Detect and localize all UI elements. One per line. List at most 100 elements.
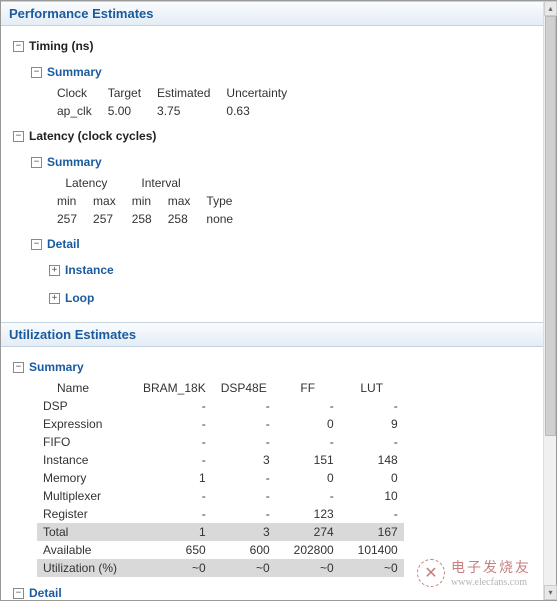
- cell-name: Total: [37, 523, 137, 541]
- col-name: Name: [37, 379, 137, 397]
- cell: -: [212, 415, 276, 433]
- cell: 202800: [276, 541, 340, 559]
- cell: 167: [340, 523, 404, 541]
- cell-uncertainty: 0.63: [222, 102, 299, 120]
- cell: -: [276, 487, 340, 505]
- col-dsp: DSP48E: [212, 379, 276, 397]
- cell: -: [212, 487, 276, 505]
- cell-lat-max: 257: [89, 210, 128, 228]
- cell: -: [137, 397, 212, 415]
- cell: 9: [340, 415, 404, 433]
- col-ff: FF: [276, 379, 340, 397]
- table-row-utilization-pct: Utilization (%) ~0 ~0 ~0 ~0: [37, 559, 404, 577]
- scroll-thumb[interactable]: [545, 16, 556, 436]
- detail-label: Detail: [47, 237, 80, 251]
- collapse-icon[interactable]: −: [13, 362, 24, 373]
- cell: 274: [276, 523, 340, 541]
- summary-label: Summary: [47, 155, 102, 169]
- col-latency: Latency: [53, 174, 128, 192]
- cell-name: Memory: [37, 469, 137, 487]
- cell-int-max: 258: [164, 210, 203, 228]
- collapse-icon[interactable]: −: [31, 67, 42, 78]
- latency-instance-row[interactable]: + Instance: [1, 260, 545, 280]
- instance-label: Instance: [65, 263, 114, 277]
- collapse-icon[interactable]: −: [31, 157, 42, 168]
- table-group-header-row: Latency Interval: [53, 174, 245, 192]
- cell: ~0: [276, 559, 340, 577]
- cell: -: [137, 433, 212, 451]
- col-max: max: [164, 192, 203, 210]
- col-interval: Interval: [128, 174, 203, 192]
- table-row: Instance - 3 151 148: [37, 451, 404, 469]
- table-row: Multiplexer - - - 10: [37, 487, 404, 505]
- table-row: 257 257 258 258 none: [53, 210, 245, 228]
- cell: -: [340, 397, 404, 415]
- summary-label: Summary: [47, 65, 102, 79]
- cell-name: Utilization (%): [37, 559, 137, 577]
- cell: -: [340, 505, 404, 523]
- table-row-total: Total 1 3 274 167: [37, 523, 404, 541]
- cell: -: [212, 433, 276, 451]
- col-min: min: [53, 192, 89, 210]
- cell: 10: [340, 487, 404, 505]
- table-row: Expression - - 0 9: [37, 415, 404, 433]
- cell-name: FIFO: [37, 433, 137, 451]
- collapse-icon[interactable]: −: [31, 239, 42, 250]
- cell: -: [276, 433, 340, 451]
- cell-name: Instance: [37, 451, 137, 469]
- col-lut: LUT: [340, 379, 404, 397]
- utilization-table: Name BRAM_18K DSP48E FF LUT DSP - - - - …: [37, 379, 404, 577]
- cell-estimated: 3.75: [153, 102, 222, 120]
- cell: -: [212, 505, 276, 523]
- cell: -: [340, 433, 404, 451]
- cell-int-min: 258: [128, 210, 164, 228]
- collapse-icon[interactable]: −: [13, 588, 24, 599]
- section-utilization-header: Utilization Estimates: [1, 322, 545, 347]
- cell: 123: [276, 505, 340, 523]
- vertical-scrollbar[interactable]: ▴ ▾: [543, 1, 556, 600]
- summary-label: Summary: [29, 360, 84, 374]
- col-estimated: Estimated: [153, 84, 222, 102]
- expand-icon[interactable]: +: [49, 293, 60, 304]
- timing-summary-row[interactable]: − Summary: [1, 62, 545, 82]
- section-performance-header: Performance Estimates: [1, 1, 545, 26]
- table-header-row: Clock Target Estimated Uncertainty: [53, 84, 299, 102]
- table-row: Register - - 123 -: [37, 505, 404, 523]
- cell: 1: [137, 469, 212, 487]
- cell: ~0: [137, 559, 212, 577]
- cell: 650: [137, 541, 212, 559]
- collapse-icon[interactable]: −: [13, 41, 24, 52]
- cell-name: Available: [37, 541, 137, 559]
- scroll-down-button[interactable]: ▾: [544, 585, 557, 600]
- cell: 0: [276, 415, 340, 433]
- cell: -: [137, 451, 212, 469]
- cell: -: [276, 397, 340, 415]
- cell: 151: [276, 451, 340, 469]
- latency-row[interactable]: − Latency (clock cycles): [1, 126, 545, 146]
- util-detail-row[interactable]: − Detail: [1, 583, 545, 600]
- latency-summary-row[interactable]: − Summary: [1, 152, 545, 172]
- scroll-up-button[interactable]: ▴: [544, 1, 557, 16]
- cell: -: [137, 505, 212, 523]
- loop-label: Loop: [65, 291, 94, 305]
- col-target: Target: [104, 84, 153, 102]
- cell: ~0: [212, 559, 276, 577]
- timing-table: Clock Target Estimated Uncertainty ap_cl…: [53, 84, 299, 120]
- cell: 0: [276, 469, 340, 487]
- expand-icon[interactable]: +: [49, 265, 60, 276]
- latency-detail-row[interactable]: − Detail: [1, 234, 545, 254]
- cell: -: [212, 469, 276, 487]
- col-bram: BRAM_18K: [137, 379, 212, 397]
- col-uncertainty: Uncertainty: [222, 84, 299, 102]
- cell-name: Register: [37, 505, 137, 523]
- timing-row[interactable]: − Timing (ns): [1, 36, 545, 56]
- cell-target: 5.00: [104, 102, 153, 120]
- cell-name: Multiplexer: [37, 487, 137, 505]
- latency-loop-row[interactable]: + Loop: [1, 288, 545, 308]
- cell: -: [137, 487, 212, 505]
- collapse-icon[interactable]: −: [13, 131, 24, 142]
- util-summary-row[interactable]: − Summary: [1, 357, 545, 377]
- col-min: min: [128, 192, 164, 210]
- cell-name: Expression: [37, 415, 137, 433]
- table-header-row: Name BRAM_18K DSP48E FF LUT: [37, 379, 404, 397]
